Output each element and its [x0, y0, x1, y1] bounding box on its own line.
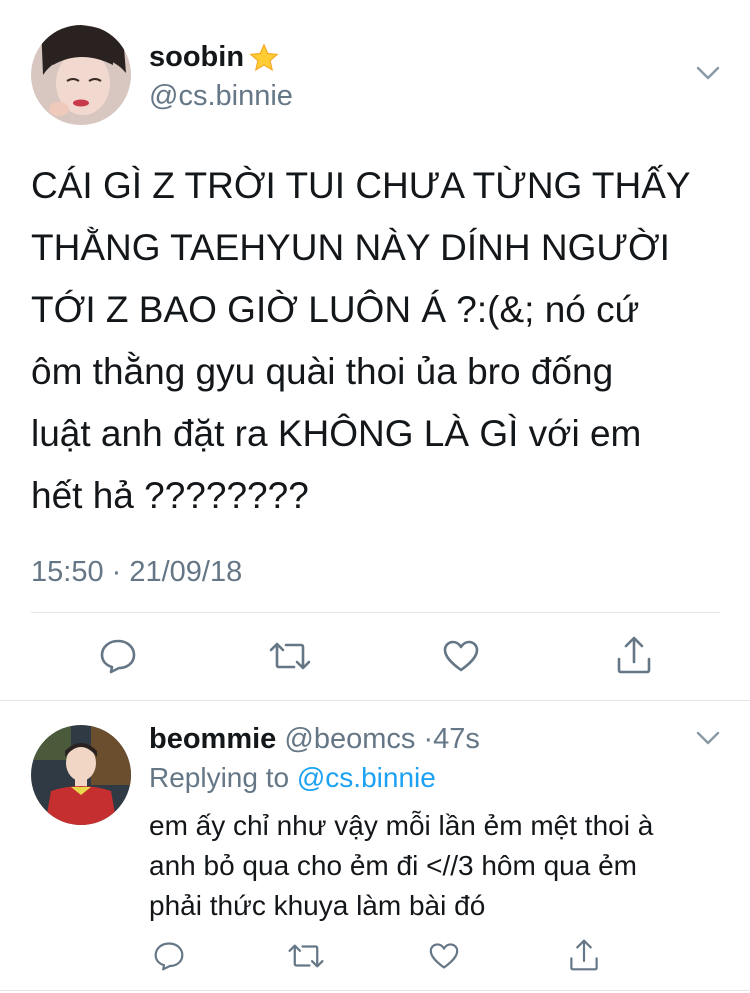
divider [0, 700, 750, 701]
reply-header: beommie @beomcs ·47s [149, 723, 480, 756]
tweet-text-line: luật anh đặt ra KHÔNG LÀ GÌ với em [31, 413, 642, 454]
timestamp[interactable]: 15:50 · 21/09/18 [31, 556, 242, 589]
like-icon [443, 640, 479, 672]
tweet-text-line: THẰNG TAEHYUN NÀY DÍNH NGƯỜI [31, 227, 670, 268]
tweet-text-line: anh bỏ qua cho ẻm đi <//3 hôm qua ẻm [149, 850, 637, 881]
user-handle[interactable]: @cs.binnie [149, 80, 293, 113]
separator-dot: · [423, 723, 434, 755]
retweet-button[interactable] [267, 636, 313, 676]
chevron-down-icon[interactable] [695, 730, 721, 751]
tweet-text-line: CÁI GÌ Z TRỜI TUI CHƯA TỪNG THẤY [31, 165, 691, 206]
tweet-text-line: ôm thằng gyu quài thoi ủa bro đống [31, 351, 614, 392]
replying-to-label: Replying to [149, 762, 290, 793]
like-icon [429, 943, 459, 969]
like-button[interactable] [425, 938, 463, 974]
divider [31, 612, 720, 613]
retweet-button[interactable] [286, 938, 326, 974]
time-ago[interactable]: 47s [433, 723, 480, 755]
reply-button[interactable] [96, 636, 140, 676]
reply-icon [100, 639, 136, 674]
display-name[interactable]: soobin [149, 41, 280, 74]
replying-to-handle[interactable]: @cs.binnie [297, 762, 436, 793]
display-name[interactable]: beommie [149, 723, 276, 755]
share-button[interactable] [612, 634, 656, 676]
reply-button[interactable] [150, 938, 188, 974]
display-name-text[interactable]: soobin [149, 41, 244, 74]
like-button[interactable] [439, 636, 483, 676]
replying-to: Replying to @cs.binnie [149, 762, 436, 794]
retweet-icon [288, 944, 324, 968]
share-icon [570, 939, 598, 971]
retweet-icon [269, 642, 311, 670]
divider [0, 990, 750, 991]
avatar[interactable] [31, 25, 131, 125]
chevron-down-icon[interactable] [695, 65, 721, 86]
tweet-text-line: hết hả ???????? [31, 475, 309, 516]
star-icon [248, 42, 280, 74]
reply-icon [154, 942, 184, 971]
share-button[interactable] [565, 936, 603, 974]
tweet-text-line: phải thức khuya làm bài đó [149, 890, 486, 921]
tweet-text-line: TỚI Z BAO GIỜ LUÔN Á ?:(&; nó cứ [31, 289, 640, 330]
user-handle[interactable]: @beomcs [284, 723, 415, 755]
tweet-text: em ấy chỉ như vậy mỗi lần ẻm mệt thoi à … [149, 806, 739, 926]
avatar[interactable] [31, 725, 131, 825]
share-icon [617, 636, 651, 674]
tweet-text: CÁI GÌ Z TRỜI TUI CHƯA TỪNG THẤY THẰNG T… [31, 155, 731, 527]
tweet-text-line: em ấy chỉ như vậy mỗi lần ẻm mệt thoi à [149, 810, 654, 841]
